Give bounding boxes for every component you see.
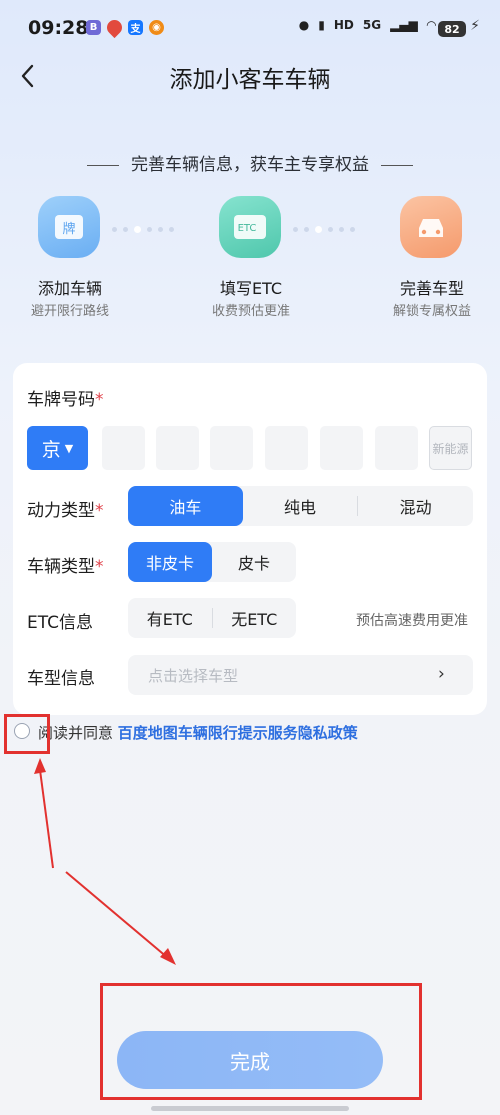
vehicle-option-pickup[interactable]: 皮卡 xyxy=(212,542,296,582)
plate-char-input[interactable] xyxy=(156,426,199,470)
step-subtitle-3: 解锁专属权益 xyxy=(392,304,471,319)
plate-char-input[interactable] xyxy=(320,426,363,470)
plate-icon: 牌 xyxy=(55,215,83,239)
power-type-label: 动力类型* xyxy=(27,501,104,521)
agreement-text: 阅读并同意 百度地图车辆限行提示服务隐私政策 xyxy=(38,722,358,743)
model-placeholder: 点击选择车型 xyxy=(148,667,239,685)
etc-info-label: ETC信息 xyxy=(27,613,93,633)
plate-char-input[interactable] xyxy=(265,426,308,470)
svg-text:牌: 牌 xyxy=(62,221,75,237)
chevron-right-icon: › xyxy=(438,664,445,684)
step-title-1: 添加车辆 xyxy=(37,279,102,298)
vehicle-type-segment: 非皮卡 皮卡 xyxy=(128,542,296,582)
banner-text: 完善车辆信息，获车主专享权益 xyxy=(131,155,369,175)
step-etc-icon: ETC xyxy=(219,196,281,258)
power-option-gas[interactable]: 油车 xyxy=(128,486,243,526)
hd-label: HD xyxy=(333,18,354,32)
new-energy-input[interactable]: 新能源 xyxy=(429,426,472,470)
banner-line-left xyxy=(87,164,119,166)
vehicle-type-label: 车辆类型* xyxy=(27,557,104,577)
plate-label: 车牌号码* xyxy=(27,390,104,410)
status-time: 09:28 xyxy=(28,17,89,39)
done-button[interactable]: 完成 xyxy=(117,1031,383,1089)
battery-icon: 82 xyxy=(438,21,466,37)
status-right: ● ▮ HD 5G ▂▄▆ ◠ xyxy=(299,18,436,32)
annotation-box-radio xyxy=(4,714,50,754)
province-selector[interactable]: 京 ▼ xyxy=(27,426,88,470)
step-dots-1 xyxy=(112,226,174,233)
etc-card-icon: ETC xyxy=(234,215,266,239)
step-dots-2 xyxy=(293,226,355,233)
etc-hint: 预估高速费用更准 xyxy=(356,613,468,629)
wifi-icon: ◠ xyxy=(426,18,436,32)
page-title: 添加小客车车辆 xyxy=(169,67,331,93)
step-title-3: 完善车型 xyxy=(399,279,464,298)
alipay-icon: 支 xyxy=(128,20,143,35)
signal-icon: ▂▄▆ xyxy=(390,18,418,32)
charging-icon: ⚡ xyxy=(470,18,480,34)
banner-line-right xyxy=(381,164,413,166)
plate-char-input[interactable] xyxy=(102,426,145,470)
status-app-icons: B 支 ◉ xyxy=(86,16,164,39)
etc-option-no[interactable]: 无ETC xyxy=(213,598,297,638)
status-bar: 09:28 B 支 ◉ ● ▮ HD 5G ▂▄▆ ◠ 82 ⚡ xyxy=(0,0,500,58)
power-type-segment: 油车 纯电 混动 xyxy=(128,486,473,526)
home-indicator xyxy=(151,1106,349,1111)
step-add-vehicle-icon: 牌 xyxy=(38,196,100,258)
caret-down-icon: ▼ xyxy=(64,441,74,455)
benefit-banner: 完善车辆信息，获车主专享权益 xyxy=(0,150,500,175)
province-value: 京 xyxy=(41,438,61,461)
step-car-model-icon xyxy=(400,196,462,258)
step-subtitle-2: 收费预估更准 xyxy=(211,304,290,319)
etc-segment: 有ETC 无ETC xyxy=(128,598,296,638)
step-title-2: 填写ETC xyxy=(219,279,283,298)
location-icon: ● xyxy=(298,18,310,32)
car-icon xyxy=(419,219,443,237)
model-info-label: 车型信息 xyxy=(27,669,95,689)
app-icon-a: B xyxy=(86,20,101,35)
vibrate-icon: ▮ xyxy=(318,18,325,32)
etc-option-yes[interactable]: 有ETC xyxy=(128,598,212,638)
step-subtitle-1: 避开限行路线 xyxy=(30,304,109,319)
vehicle-option-non-pickup[interactable]: 非皮卡 xyxy=(128,542,212,582)
privacy-policy-link[interactable]: 百度地图车辆限行提示服务隐私政策 xyxy=(118,724,358,742)
power-option-hybrid[interactable]: 混动 xyxy=(358,486,473,526)
signal-5g-label: 5G xyxy=(362,18,382,32)
location-pin-icon xyxy=(103,16,126,39)
power-option-electric[interactable]: 纯电 xyxy=(243,486,358,526)
weibo-icon: ◉ xyxy=(149,20,164,35)
svg-text:ETC: ETC xyxy=(238,223,257,234)
plate-char-input[interactable] xyxy=(375,426,418,470)
plate-char-input[interactable] xyxy=(210,426,253,470)
